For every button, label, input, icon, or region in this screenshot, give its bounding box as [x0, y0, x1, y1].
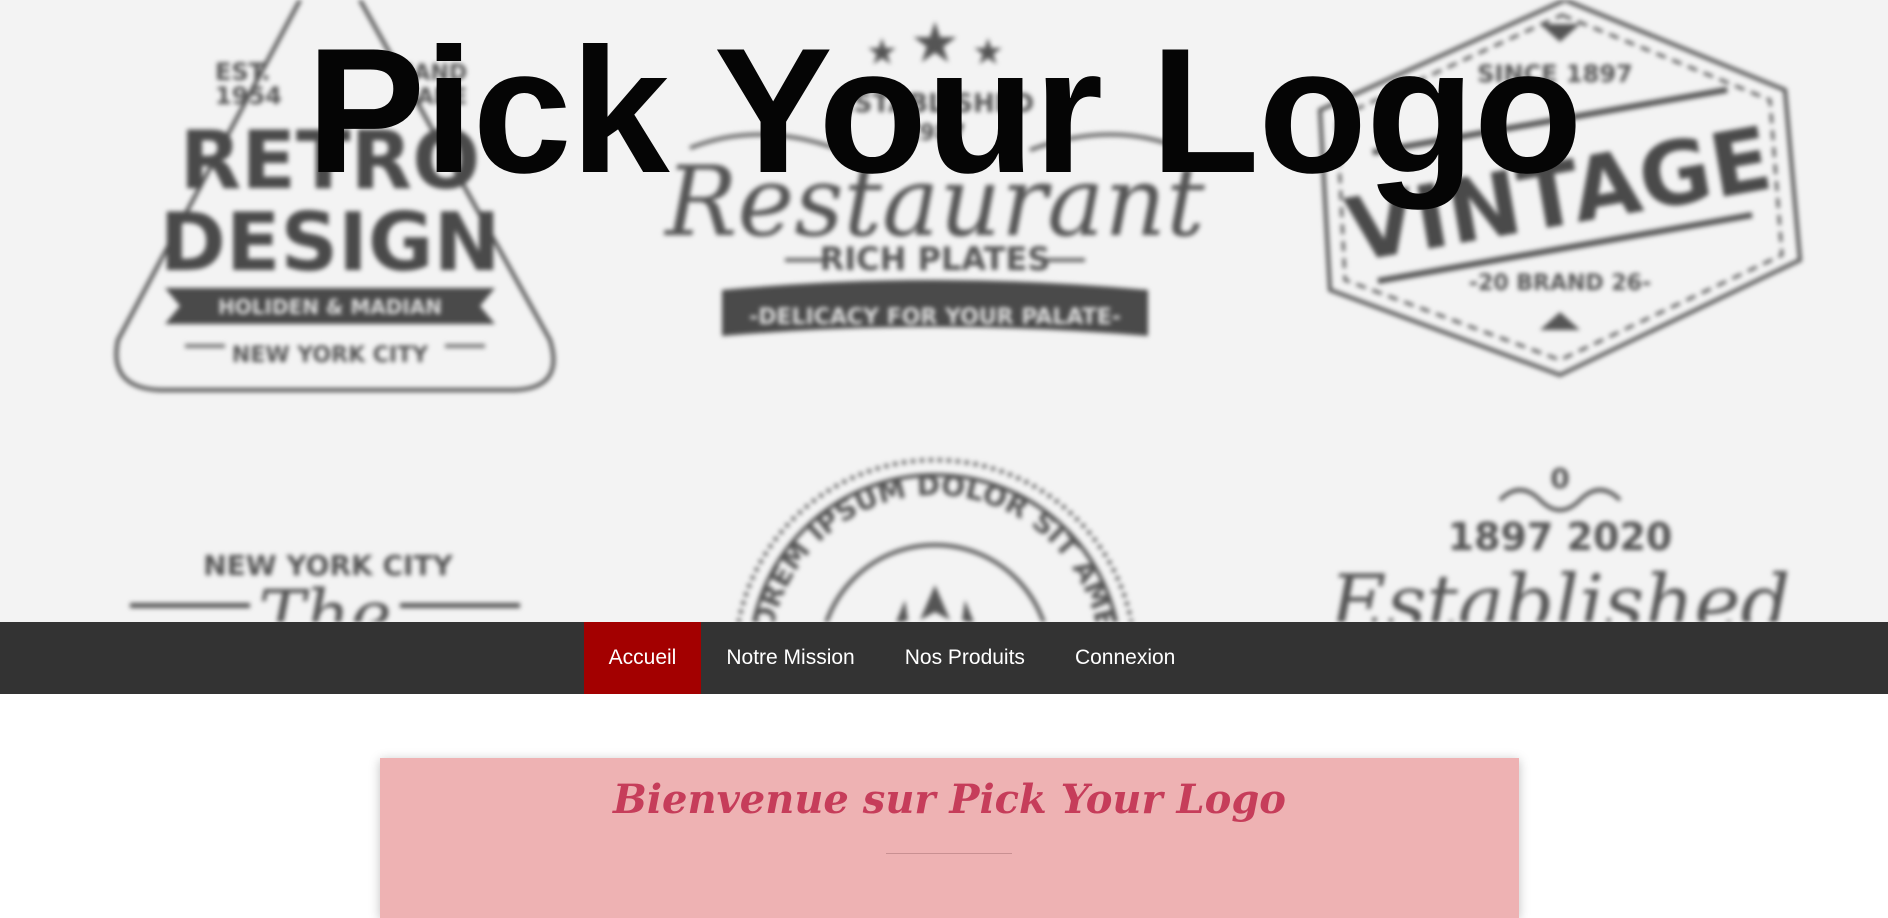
nav-item-accueil[interactable]: Accueil	[583, 622, 702, 694]
svg-text:-20 BRAND 26-: -20 BRAND 26-	[1469, 271, 1651, 296]
lorem-seal-emblem: LOREM IPSUM DOLOR SIT AMET	[736, 458, 1134, 622]
svg-text:The: The	[258, 575, 391, 622]
svg-text:NEW YORK CITY: NEW YORK CITY	[232, 343, 429, 368]
welcome-card: Bienvenue sur Pick Your Logo	[380, 758, 1519, 918]
welcome-divider	[886, 853, 1012, 854]
nav-item-nos-produits[interactable]: Nos Produits	[880, 622, 1050, 694]
nav-menu: Accueil Notre Mission Nos Produits Conne…	[583, 622, 1201, 694]
hero-banner: EST. 1954 HAND MADE RETRO DESIGN HOLIDEN…	[0, 0, 1888, 622]
svg-text:RICH PLATES: RICH PLATES	[820, 240, 1051, 278]
nav-item-notre-mission[interactable]: Notre Mission	[701, 622, 879, 694]
nav-item-connexion[interactable]: Connexion	[1050, 622, 1200, 694]
main-navbar: Accueil Notre Mission Nos Produits Conne…	[0, 622, 1888, 694]
svg-text:-DELICACY FOR YOUR PALATE-: -DELICACY FOR YOUR PALATE-	[749, 305, 1121, 330]
welcome-heading: Bienvenue sur Pick Your Logo	[613, 776, 1286, 823]
svg-text:HOLIDEN & MADIAN: HOLIDEN & MADIAN	[218, 295, 442, 319]
svg-text:1897 2020: 1897 2020	[1448, 515, 1673, 559]
svg-text:0: 0	[1550, 462, 1569, 495]
site-title: Pick Your Logo	[306, 11, 1582, 210]
svg-text:Established: Established	[1328, 559, 1791, 622]
new-york-emblem: NEW YORK CITY The	[130, 549, 520, 622]
established-emblem: 0 1897 2020 Established	[1328, 462, 1791, 622]
